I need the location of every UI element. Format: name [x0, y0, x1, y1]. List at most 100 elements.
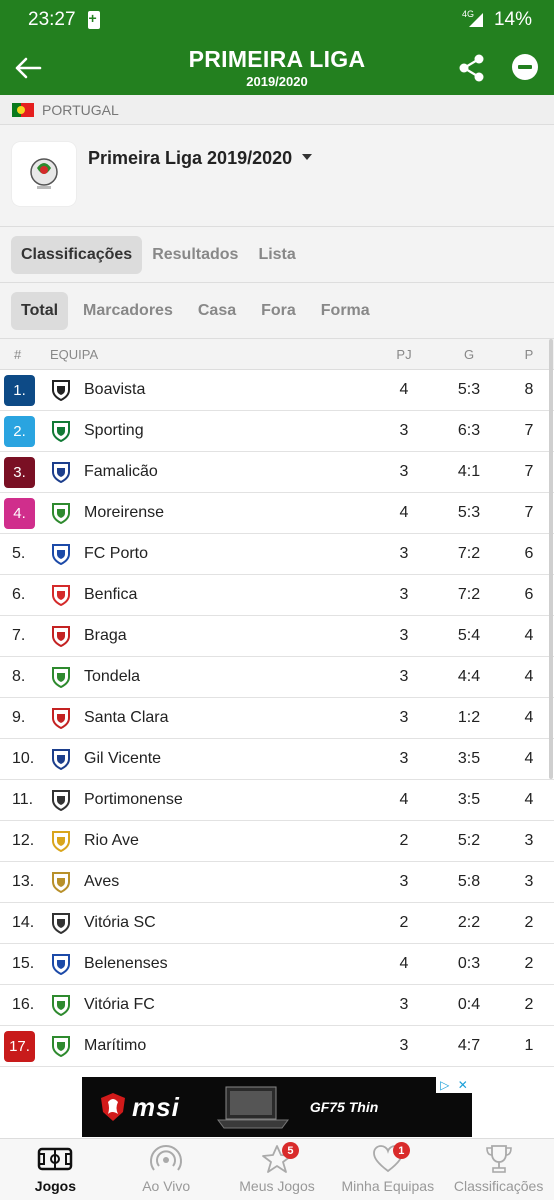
nav-label: Minha Equipas	[341, 1178, 435, 1194]
football-pitch-icon	[38, 1147, 73, 1171]
row-position: 11.	[0, 791, 50, 809]
row-team: Aves	[50, 871, 389, 893]
row-position: 14.	[0, 914, 50, 932]
goals: 5:3	[457, 504, 481, 521]
battery-charging-icon	[87, 10, 100, 29]
country-strip: PORTUGAL	[0, 95, 554, 125]
ad-brand: msi	[132, 1091, 180, 1122]
position-number: 12.	[12, 832, 35, 849]
share-button[interactable]	[456, 52, 488, 84]
star-icon-wrap: 5	[259, 1142, 299, 1174]
table-row[interactable]: 4. Moreirense 4 5:3 7	[0, 493, 554, 534]
table-row[interactable]: 15. Belenenses 4 0:3 2	[0, 944, 554, 985]
nav-badge: 5	[281, 1142, 299, 1159]
goals: 3:5	[457, 791, 481, 808]
goals: 4:7	[457, 1037, 481, 1054]
ad-close-icon[interactable]: ✕	[458, 1078, 468, 1092]
tab-fora[interactable]: Fora	[251, 292, 306, 330]
laptop-icon	[216, 1086, 289, 1129]
row-position: 7.	[0, 627, 50, 645]
team-crest-icon	[50, 953, 72, 975]
row-team: Rio Ave	[50, 830, 389, 852]
table-row[interactable]: 2. Sporting 3 6:3 7	[0, 411, 554, 452]
tab-total[interactable]: Total	[11, 291, 69, 330]
points: 4	[524, 668, 534, 685]
team-crest-icon	[50, 1035, 72, 1057]
advertisement-banner[interactable]: msi GF75 Thin ▷ ✕	[82, 1077, 472, 1137]
scrollbar[interactable]	[549, 339, 553, 779]
tab-forma[interactable]: Forma	[311, 292, 380, 330]
goals: 1:2	[457, 709, 481, 726]
tab-lista[interactable]: Lista	[248, 236, 305, 274]
position-number: 6.	[12, 586, 26, 603]
table-row[interactable]: 6. Benfica 3 7:2 6	[0, 575, 554, 616]
team-crest-icon	[50, 502, 72, 524]
position-badge: 3.	[4, 456, 35, 488]
position-badge: 4.	[4, 497, 35, 529]
back-button[interactable]	[0, 40, 56, 95]
table-row[interactable]: 5. FC Porto 3 7:2 6	[0, 534, 554, 575]
table-row[interactable]: 9. Santa Clara 3 1:2 4	[0, 698, 554, 739]
portugal-flag-icon	[12, 102, 34, 117]
tab-resultados[interactable]: Resultados	[142, 236, 248, 274]
team-crest-icon	[50, 748, 72, 770]
goals: 5:8	[457, 873, 481, 890]
battery-level: 14%	[493, 9, 532, 30]
team-crest-icon	[50, 666, 72, 688]
nav-meus-jogos[interactable]: 5 Meus Jogos	[222, 1139, 333, 1200]
games-played: 4	[399, 504, 409, 521]
team-crest-icon	[50, 789, 72, 811]
table-row[interactable]: 11. Portimonense 4 3:5 4	[0, 780, 554, 821]
tab-classificacoes[interactable]: Classificações	[11, 235, 143, 274]
table-row[interactable]: 13. Aves 3 5:8 3	[0, 862, 554, 903]
table-row[interactable]: 10. Gil Vicente 3 3:5 4	[0, 739, 554, 780]
table-row[interactable]: 12. Rio Ave 2 5:2 3	[0, 821, 554, 862]
team-name: Boavista	[84, 381, 146, 398]
table-row[interactable]: 7. Braga 3 5:4 4	[0, 616, 554, 657]
nav-classificacoes[interactable]: Classificações	[443, 1139, 554, 1200]
msi-dragon-icon	[101, 1093, 125, 1121]
goals: 5:3	[457, 381, 481, 398]
points: 3	[524, 832, 534, 849]
ad-model: GF75 Thin	[309, 1099, 379, 1115]
position-number: 10.	[12, 750, 35, 767]
table-row[interactable]: 8. Tondela 3 4:4 4	[0, 657, 554, 698]
games-played: 3	[399, 709, 409, 726]
points: 8	[524, 381, 534, 398]
row-position: 6.	[0, 586, 50, 604]
tab-casa[interactable]: Casa	[188, 292, 246, 330]
table-row[interactable]: 1. Boavista 4 5:3 8	[0, 370, 554, 411]
network-type: 4G	[461, 9, 474, 19]
league-name: Primeira Liga 2019/2020	[88, 148, 293, 168]
position-badge: 17.	[4, 1030, 35, 1062]
points: 6	[524, 586, 534, 603]
row-position: 4.	[0, 497, 50, 529]
nav-jogos[interactable]: Jogos	[0, 1139, 111, 1200]
remove-favorite-button[interactable]	[512, 54, 538, 80]
row-team: Benfica	[50, 584, 389, 606]
goals: 7:2	[457, 586, 481, 603]
table-row[interactable]: 17. Marítimo 3 4:7 1	[0, 1026, 554, 1067]
row-team: Braga	[50, 625, 389, 647]
row-team: Marítimo	[50, 1035, 389, 1057]
row-team: Belenenses	[50, 953, 389, 975]
league-selector[interactable]: Primeira Liga 2019/2020	[88, 148, 313, 169]
position-number: 8.	[12, 668, 26, 685]
table-row[interactable]: 16. Vitória FC 3 0:4 2	[0, 985, 554, 1026]
games-played: 3	[399, 1037, 409, 1054]
position-number: 11.	[12, 791, 34, 808]
row-team: Sporting	[50, 420, 389, 442]
goals: 2:2	[457, 914, 481, 931]
table-row[interactable]: 14. Vitória SC 2 2:2 2	[0, 903, 554, 944]
ad-choices[interactable]: ▷ ✕	[436, 1077, 472, 1093]
nav-minha-equipas[interactable]: 1 Minha Equipas	[332, 1139, 443, 1200]
ad-info-icon[interactable]: ▷	[440, 1078, 449, 1092]
team-crest-icon	[50, 420, 72, 442]
team-name: Rio Ave	[84, 832, 139, 849]
tab-marcadores[interactable]: Marcadores	[73, 292, 183, 330]
table-row[interactable]: 3. Famalicão 3 4:1 7	[0, 452, 554, 493]
row-team: FC Porto	[50, 543, 389, 565]
row-position: 16.	[0, 996, 50, 1014]
header-p: P	[524, 346, 534, 362]
nav-ao-vivo[interactable]: Ao Vivo	[111, 1139, 222, 1200]
